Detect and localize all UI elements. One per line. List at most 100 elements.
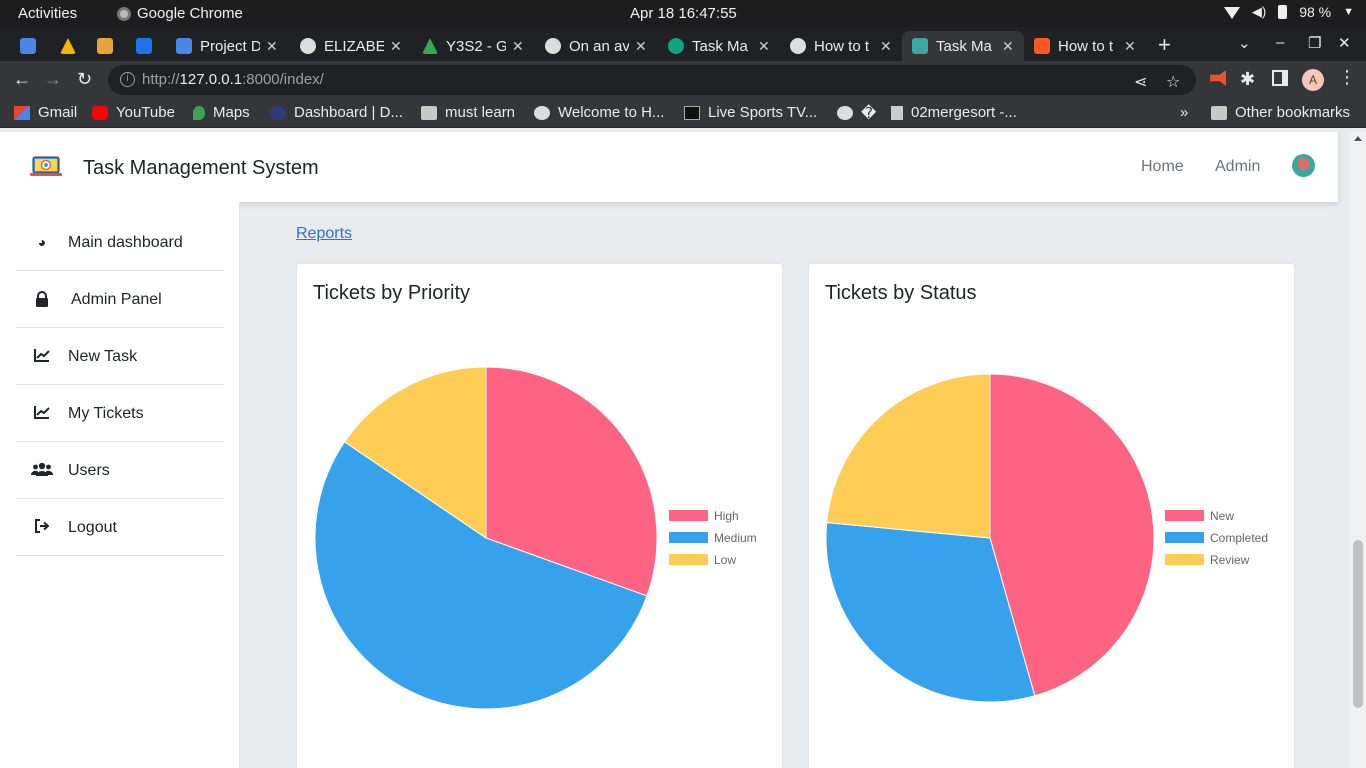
- legend-swatch-medium[interactable]: [669, 532, 708, 543]
- legend-label-medium[interactable]: Medium: [714, 531, 757, 545]
- tab-on-an-av[interactable]: On an av ✕: [545, 31, 647, 61]
- page-viewport: Task Management System Home Admin ◕ Main…: [0, 132, 1350, 768]
- close-tab-icon[interactable]: ✕: [1124, 38, 1136, 55]
- bookmark-mergesort[interactable]: 02mergesort -...: [891, 104, 1017, 121]
- tab-how-to-1[interactable]: How to t ✕: [790, 31, 892, 61]
- site-info-icon[interactable]: i: [120, 72, 135, 87]
- address-bar[interactable]: i http://127.0.0.1:8000/index/ ⋖ ☆: [108, 65, 1196, 95]
- close-tab-icon[interactable]: ✕: [1002, 38, 1014, 55]
- tab-pinned-docs[interactable]: [20, 31, 44, 61]
- globe-icon: [534, 105, 550, 120]
- close-window-button[interactable]: ✕: [1338, 34, 1351, 52]
- maximize-button[interactable]: ❐: [1308, 34, 1321, 52]
- close-tab-icon[interactable]: ✕: [758, 38, 770, 55]
- bookmark-unknown[interactable]: �: [837, 104, 876, 122]
- app-name-label: Google Chrome: [137, 5, 243, 22]
- sidebar-item-logout[interactable]: Logout: [16, 499, 224, 556]
- tab-project[interactable]: Project D ✕: [176, 31, 278, 61]
- bookmark-youtube[interactable]: YouTube: [92, 104, 175, 121]
- bookmark-dashboard[interactable]: Dashboard | D...: [270, 104, 403, 121]
- scroll-up-arrow-icon[interactable]: [1354, 136, 1362, 141]
- tab-how-to-2[interactable]: How to t ✕: [1034, 31, 1136, 61]
- reports-link[interactable]: Reports: [296, 225, 352, 243]
- minimize-button[interactable]: –: [1276, 34, 1284, 51]
- chart-line-icon: [33, 348, 51, 364]
- tab-task-ma-active[interactable]: Task Ma ✕: [902, 31, 1024, 61]
- share-icon[interactable]: ⋖: [1134, 72, 1147, 92]
- tab-title: Y3S2 - Go: [446, 37, 506, 55]
- priority-pie-chart: High Medium Low: [314, 366, 757, 710]
- sidebar-item-new-task[interactable]: New Task: [16, 328, 224, 385]
- app-logo-icon: [912, 38, 928, 54]
- tab-title: How to t: [1058, 37, 1114, 55]
- forward-icon[interactable]: →: [44, 69, 62, 90]
- sidebar-item-users[interactable]: Users: [16, 442, 224, 499]
- clock[interactable]: Apr 18 16:47:55: [630, 5, 737, 22]
- legend-swatch-review[interactable]: [1165, 554, 1204, 565]
- bookmark-live-sports[interactable]: Live Sports TV...: [684, 104, 817, 121]
- sidebar-item-label: Admin Panel: [71, 291, 162, 308]
- tab-pinned-2[interactable]: [60, 31, 84, 61]
- close-tab-icon[interactable]: ✕: [266, 38, 278, 55]
- sidebar-item-admin-panel[interactable]: Admin Panel: [16, 271, 224, 328]
- pie-slice-review[interactable]: [826, 373, 991, 539]
- nav-admin-link[interactable]: Admin: [1215, 158, 1260, 176]
- close-tab-icon[interactable]: ✕: [880, 38, 892, 55]
- profile-avatar[interactable]: A: [1302, 69, 1324, 91]
- bookmarks-bar: Gmail YouTube Maps Dashboard | D... must…: [0, 99, 1366, 128]
- extensions-puzzle-icon[interactable]: ✱: [1240, 69, 1255, 90]
- bookmark-other[interactable]: Other bookmarks: [1211, 104, 1350, 121]
- legend-label-completed[interactable]: Completed: [1210, 531, 1268, 545]
- folder-icon: [421, 105, 437, 120]
- tab-drive[interactable]: Y3S2 - Go ✕: [422, 31, 524, 61]
- brand-logo-icon[interactable]: [30, 154, 62, 178]
- reload-icon[interactable]: ↻: [77, 69, 92, 90]
- bookmark-maps[interactable]: Maps: [193, 104, 250, 121]
- tab-elizabe[interactable]: ELIZABE ✕: [300, 31, 402, 61]
- bookmark-gmail[interactable]: Gmail: [14, 104, 77, 121]
- tab-pinned-4[interactable]: [136, 31, 160, 61]
- legend-swatch-completed[interactable]: [1165, 532, 1204, 543]
- legend-label-high[interactable]: High: [714, 509, 739, 523]
- nav-home-link[interactable]: Home: [1141, 158, 1184, 176]
- tab-pinned-3[interactable]: [97, 31, 121, 61]
- app-title[interactable]: Task Management System: [83, 157, 319, 180]
- scrollbar-thumb[interactable]: [1353, 540, 1363, 708]
- page-scrollbar[interactable]: [1350, 132, 1366, 768]
- tab-search-icon[interactable]: ⌄: [1238, 34, 1251, 52]
- globe-icon: [300, 38, 316, 54]
- bookmark-welcome[interactable]: Welcome to H...: [534, 104, 664, 121]
- system-tray[interactable]: ◀) 98 % ▼: [1223, 4, 1354, 20]
- app-menu[interactable]: Google Chrome: [117, 5, 243, 22]
- legend-label-low[interactable]: Low: [714, 553, 736, 567]
- folder-icon: [1211, 105, 1227, 120]
- extension-icon[interactable]: [1210, 70, 1226, 86]
- tab-task-ma-1[interactable]: Task Ma ✕: [668, 31, 770, 61]
- user-avatar[interactable]: [1292, 154, 1315, 177]
- bookmark-star-icon[interactable]: ☆: [1166, 72, 1180, 92]
- bookmark-must-learn[interactable]: must learn: [421, 104, 515, 121]
- sidebar-item-main-dashboard[interactable]: ◕ Main dashboard: [16, 214, 224, 271]
- bookmarks-overflow[interactable]: »: [1180, 104, 1188, 121]
- legend-label-new[interactable]: New: [1210, 509, 1234, 523]
- back-icon[interactable]: ←: [13, 69, 31, 90]
- chrome-menu-icon[interactable]: ⋮: [1338, 67, 1356, 88]
- legend-swatch-new[interactable]: [1165, 510, 1204, 521]
- close-tab-icon[interactable]: ✕: [512, 38, 524, 55]
- tab-title: How to t: [814, 37, 870, 55]
- url-text[interactable]: http://127.0.0.1:8000/index/: [142, 71, 324, 88]
- new-tab-button[interactable]: +: [1158, 32, 1171, 58]
- close-tab-icon[interactable]: ✕: [635, 38, 647, 55]
- power-menu-icon: ▼: [1343, 6, 1354, 18]
- legend-swatch-high[interactable]: [669, 510, 708, 521]
- tab-title: Task Ma: [936, 37, 992, 55]
- chart-line-icon: [33, 405, 51, 421]
- legend-swatch-low[interactable]: [669, 554, 708, 565]
- close-tab-icon[interactable]: ✕: [390, 38, 402, 55]
- activities-button[interactable]: Activities: [18, 5, 77, 22]
- side-panel-icon[interactable]: [1272, 70, 1288, 86]
- legend-label-review[interactable]: Review: [1210, 553, 1250, 567]
- battery-icon: [1278, 5, 1288, 19]
- sidebar-item-my-tickets[interactable]: My Tickets: [16, 385, 224, 442]
- youtube-icon: [92, 105, 108, 120]
